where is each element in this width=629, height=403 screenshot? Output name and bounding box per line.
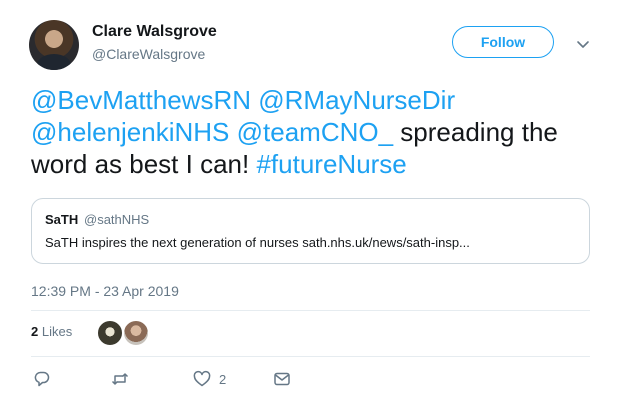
author-handle[interactable]: @ClareWalsgrove xyxy=(92,46,205,62)
reply-button[interactable] xyxy=(33,370,51,388)
author-avatar[interactable] xyxy=(29,20,79,70)
quote-author-handle: @sathNHS xyxy=(84,212,150,227)
mention-link[interactable]: @BevMatthewsRN xyxy=(31,85,251,115)
mention-link[interactable]: @RMayNurseDir xyxy=(258,85,455,115)
hashtag-link[interactable]: #futureNurse xyxy=(256,149,406,179)
like-button[interactable]: 2 xyxy=(193,370,226,388)
retweet-icon xyxy=(111,373,129,385)
mention-link[interactable]: @teamCNO_ xyxy=(237,117,393,147)
quote-text: SaTH inspires the next generation of nur… xyxy=(45,235,470,250)
likes-number: 2 xyxy=(31,324,39,339)
envelope-icon xyxy=(274,372,290,386)
likes-label: Likes xyxy=(41,324,73,339)
like-count: 2 xyxy=(219,371,227,387)
message-button[interactable] xyxy=(273,370,291,388)
retweet-button[interactable] xyxy=(111,370,129,388)
tweet-timestamp[interactable]: 12:39 PM - 23 Apr 2019 xyxy=(31,283,179,299)
quote-author-name: SaTH xyxy=(45,212,79,227)
tweet-text: @BevMatthewsRN @RMayNurseDir @helenjenki… xyxy=(31,84,601,180)
mention-link[interactable]: @helenjenkiNHS xyxy=(31,117,229,147)
author-name[interactable]: Clare Walsgrove xyxy=(92,23,217,41)
divider xyxy=(31,310,590,311)
chevron-down-icon[interactable] xyxy=(575,36,591,52)
liker-avatar[interactable] xyxy=(123,320,149,346)
follow-button[interactable]: Follow xyxy=(452,26,554,58)
heart-icon xyxy=(193,370,211,387)
quoted-tweet[interactable]: SaTH @sathNHS SaTH inspires the next gen… xyxy=(31,198,590,264)
divider xyxy=(31,356,590,357)
reply-icon xyxy=(34,371,50,387)
avatar-shirt xyxy=(37,54,71,70)
liker-avatar[interactable] xyxy=(97,320,123,346)
likes-count[interactable]: 2 Likes xyxy=(31,324,72,339)
